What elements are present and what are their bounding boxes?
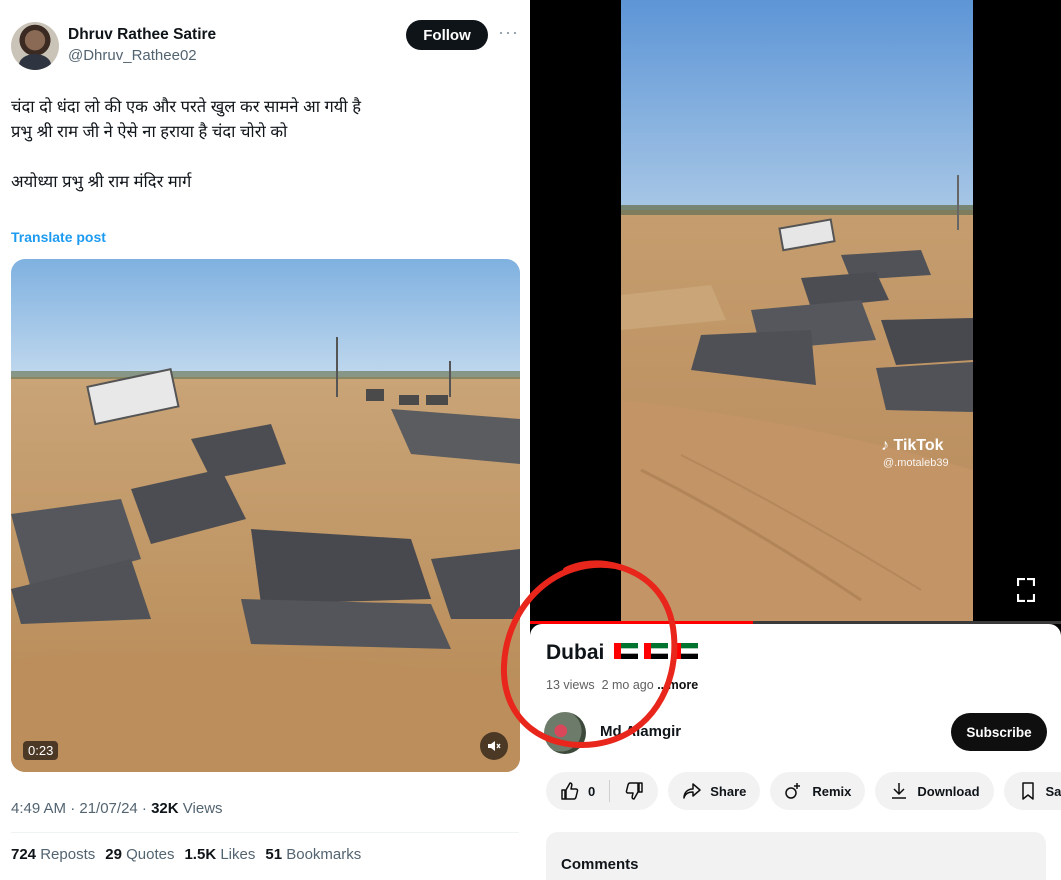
comments-heading: Comments bbox=[561, 856, 639, 873]
remix-button[interactable]: Remix bbox=[770, 772, 866, 810]
save-button[interactable]: Save bbox=[1003, 772, 1061, 810]
tweet-views-count: 32K bbox=[151, 800, 179, 817]
thumbs-down-icon[interactable] bbox=[624, 781, 644, 801]
author-handle[interactable]: @Dhruv_Rathee02 bbox=[68, 47, 197, 64]
tweet-time: 4:49 AM · 21/07/24 · bbox=[11, 800, 152, 817]
subscribe-button[interactable]: Subscribe bbox=[951, 713, 1047, 751]
flag-emojis bbox=[608, 641, 699, 665]
tweet-timestamp: 4:49 AM · 21/07/24 · 32K Views bbox=[11, 800, 223, 817]
divider bbox=[609, 780, 611, 802]
fullscreen-icon[interactable] bbox=[1017, 578, 1035, 602]
download-icon bbox=[892, 783, 907, 799]
quotes-stat[interactable]: 29 Quotes bbox=[105, 846, 174, 863]
tiktok-icon: ♪ bbox=[881, 437, 889, 454]
mute-icon[interactable] bbox=[480, 732, 508, 760]
video-title: Dubai bbox=[546, 641, 699, 665]
bookmark-icon bbox=[1021, 782, 1034, 800]
more-options-icon[interactable]: ··· bbox=[498, 22, 519, 43]
channel-avatar[interactable] bbox=[544, 712, 586, 754]
uae-flag-icon bbox=[674, 643, 699, 659]
remix-label: Remix bbox=[812, 783, 852, 799]
thumbs-up-icon[interactable] bbox=[560, 781, 580, 801]
tweet-line bbox=[11, 145, 511, 170]
share-icon bbox=[683, 783, 701, 799]
bookmarks-stat[interactable]: 51 Bookmarks bbox=[265, 846, 361, 863]
uae-flag-icon bbox=[614, 643, 639, 659]
share-label: Share bbox=[710, 783, 747, 799]
author-avatar[interactable] bbox=[11, 22, 59, 70]
watermark-handle: @.motaleb39 bbox=[883, 457, 949, 469]
tweet-line: अयोध्या प्रभु श्री राम मंदिर मार्ग bbox=[11, 173, 192, 191]
channel-name[interactable]: Md Alamgir bbox=[600, 723, 681, 740]
follow-button[interactable]: Follow bbox=[406, 20, 488, 50]
download-button[interactable]: Download bbox=[875, 772, 994, 810]
tweet-video[interactable]: 0:23 bbox=[11, 259, 520, 772]
upload-age: 2 mo ago bbox=[601, 678, 654, 692]
tweet-views-label: Views bbox=[178, 800, 223, 817]
comments-section[interactable]: Comments bbox=[546, 832, 1046, 880]
tweet-card: Dhruv Rathee Satire @Dhruv_Rathee02 Foll… bbox=[0, 0, 530, 880]
tweet-line: चंदा दो धंदा लो की एक और परते खुल कर साम… bbox=[11, 98, 361, 116]
author-name[interactable]: Dhruv Rathee Satire bbox=[68, 26, 216, 44]
share-button[interactable]: Share bbox=[668, 772, 761, 810]
save-label: Save bbox=[1045, 783, 1061, 799]
like-count: 0 bbox=[588, 783, 596, 799]
video-duration: 0:23 bbox=[23, 741, 59, 760]
shorts-video[interactable] bbox=[621, 0, 973, 622]
remix-icon bbox=[785, 783, 801, 799]
video-title-text: Dubai bbox=[546, 641, 605, 664]
likes-stat[interactable]: 1.5K Likes bbox=[184, 846, 255, 863]
like-dislike-button[interactable]: 0 bbox=[546, 772, 659, 810]
download-label: Download bbox=[917, 783, 980, 799]
video-info-panel: Dubai 13 views 2 mo ago ...more Md Alamg… bbox=[530, 624, 1061, 880]
uae-flag-icon bbox=[644, 643, 669, 659]
tweet-text: चंदा दो धंदा लो की एक और परते खुल कर साम… bbox=[11, 95, 511, 195]
tweet-line: प्रभु श्री राम जी ने ऐसे ना हराया है चंद… bbox=[11, 123, 288, 141]
reposts-stat[interactable]: 724 Reposts bbox=[11, 846, 95, 863]
view-count: 13 views bbox=[546, 678, 595, 692]
divider bbox=[11, 832, 519, 833]
video-frame bbox=[621, 0, 973, 622]
action-bar: 0 Share Remix Download Save bbox=[546, 772, 1061, 810]
tiktok-watermark: ♪ TikTok @.motaleb39 bbox=[881, 437, 949, 469]
youtube-shorts-screen: ♪ TikTok @.motaleb39 Dubai 13 views 2 mo… bbox=[530, 0, 1061, 880]
more-link[interactable]: ...more bbox=[657, 678, 698, 692]
video-meta[interactable]: 13 views 2 mo ago ...more bbox=[546, 678, 698, 692]
watermark-brand: TikTok bbox=[893, 437, 944, 454]
translate-post-link[interactable]: Translate post bbox=[11, 229, 106, 245]
tweet-stats: 724 Reposts 29 Quotes 1.5K Likes 51 Book… bbox=[11, 846, 366, 863]
video-frame bbox=[11, 259, 520, 772]
